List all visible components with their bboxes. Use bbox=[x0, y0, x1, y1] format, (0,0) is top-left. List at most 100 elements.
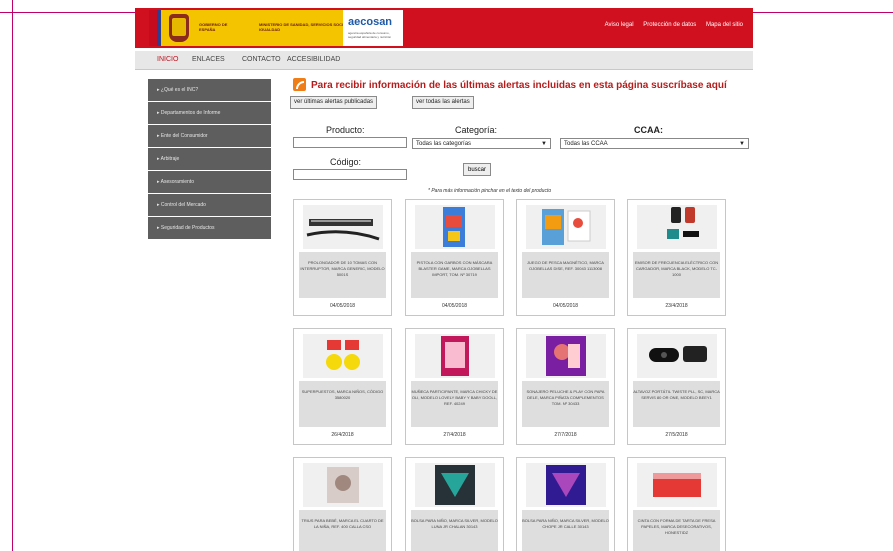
product-card[interactable]: BOLSA PARA NIÑO, MARCA SILVER, MODELO CH… bbox=[516, 457, 615, 551]
aecosan-brand: aecosan bbox=[348, 16, 393, 28]
product-description[interactable]: SONAJERO PELUCHE & PLAY CON PAPA DELE, M… bbox=[522, 381, 609, 427]
flag-red-stripe bbox=[149, 10, 157, 46]
power-strip-icon bbox=[306, 219, 380, 241]
category-select[interactable]: Todas las categorías ▼ bbox=[412, 138, 551, 149]
sidebar-item-label: Ente del Consumidor bbox=[160, 133, 208, 139]
page-frame-left bbox=[12, 0, 13, 551]
product-card[interactable]: PISTOLA CON GARBOS CON MÁSCARA BLASTER G… bbox=[405, 199, 504, 316]
aecosan-logo[interactable]: aecosan agencia española de consumo, seg… bbox=[343, 10, 403, 46]
sidebar-item-que-es-inc[interactable]: ▸ ¿Qué es el INC? bbox=[148, 79, 271, 101]
government-logo[interactable]: GOBIERNO DE ESPAÑA MINISTERIO DE SANIDAD… bbox=[149, 10, 369, 46]
ccaa-select-value: Todas las CCAA bbox=[564, 141, 608, 147]
product-card[interactable]: JUEGO DE PESCA MAGNÉTICO, MARCA OJOBELLA… bbox=[516, 199, 615, 316]
rss-icon[interactable] bbox=[293, 78, 306, 91]
sidebar-item-asesoramiento[interactable]: ▸ Asesoramiento bbox=[148, 171, 271, 193]
sidebar-item-seguridad-productos[interactable]: ▸ Seguridad de Productos bbox=[148, 217, 271, 239]
gov-text-1: GOBIERNO DE ESPAÑA bbox=[199, 22, 228, 32]
product-image[interactable] bbox=[415, 205, 495, 249]
product-image[interactable] bbox=[526, 334, 606, 378]
sidebar-item-ente-consumidor[interactable]: ▸ Ente del Consumidor bbox=[148, 125, 271, 147]
coat-of-arms-shield-icon bbox=[172, 18, 186, 36]
product-date: 23/4/2018 bbox=[665, 303, 688, 309]
bag-icon bbox=[435, 465, 475, 505]
product-label: Producto: bbox=[326, 125, 365, 135]
cake-box-icon bbox=[653, 473, 701, 497]
nav-enlaces[interactable]: ENLACES bbox=[192, 56, 225, 63]
product-date: 27/5/2018 bbox=[665, 432, 688, 438]
sidebar-item-label: Asesoramiento bbox=[160, 179, 194, 185]
main-navbar: INICIO ENLACES CONTACTO ACCESIBILIDAD bbox=[135, 51, 753, 70]
product-card[interactable]: PROLONGADOR DE 10 TOMAS CON INTERRUPTOR,… bbox=[293, 199, 392, 316]
product-description[interactable]: ALTAVOZ PORTÁTIL TWISTE PLL, SC, MARCA S… bbox=[633, 381, 720, 427]
product-image[interactable] bbox=[637, 334, 717, 378]
code-input[interactable] bbox=[293, 169, 407, 180]
product-image[interactable] bbox=[637, 463, 717, 507]
product-description[interactable]: TRIUS PARA BEBÉ, MARCA EL CUARTO DE LA N… bbox=[299, 510, 386, 551]
link-aviso-legal[interactable]: Aviso legal bbox=[605, 22, 634, 28]
sidebar-item-arbitraje[interactable]: ▸ Arbitraje bbox=[148, 148, 271, 170]
product-description[interactable]: EMISOR DE FRECUENCIA ELÉCTRICO CON CARGA… bbox=[633, 252, 720, 298]
nav-inicio[interactable]: INICIO bbox=[157, 56, 178, 63]
link-proteccion-datos[interactable]: Protección de datos bbox=[643, 22, 696, 28]
product-date: 27/7/2018 bbox=[554, 432, 577, 438]
product-description[interactable]: SUPERPUESTOS, MARCA NIÑOS, CÓDIGO 358002… bbox=[299, 381, 386, 427]
product-card[interactable]: BOLSA PARA NIÑO, MARCA SILVER, MODELO LU… bbox=[405, 457, 504, 551]
flag-blue-stripe bbox=[157, 10, 161, 46]
doll-box-icon bbox=[441, 336, 469, 376]
product-image[interactable] bbox=[637, 205, 717, 249]
sidebar-item-label: ¿Qué es el INC? bbox=[160, 87, 199, 93]
fishing-game-icon bbox=[542, 209, 591, 245]
top-links: Aviso legal Protección de datos Mapa del… bbox=[597, 22, 743, 28]
product-image[interactable] bbox=[415, 463, 495, 507]
nav-accesibilidad[interactable]: ACCESIBILIDAD bbox=[287, 56, 340, 63]
product-card[interactable]: SONAJERO PELUCHE & PLAY CON PAPA DELE, M… bbox=[516, 328, 615, 445]
plush-toy-icon bbox=[546, 336, 586, 376]
product-image[interactable] bbox=[526, 205, 606, 249]
product-card[interactable]: SUPERPUESTOS, MARCA NIÑOS, CÓDIGO 358002… bbox=[293, 328, 392, 445]
product-card[interactable]: ALTAVOZ PORTÁTIL TWISTE PLL, SC, MARCA S… bbox=[627, 328, 726, 445]
product-date: 04/05/2018 bbox=[552, 303, 579, 309]
chevron-down-icon: ▼ bbox=[739, 141, 745, 147]
product-description[interactable]: CINTA CON FORMA DE TARTA DE FRESA PAPELE… bbox=[633, 510, 720, 551]
sidebar-item-control-mercado[interactable]: ▸ Control del Mercado bbox=[148, 194, 271, 216]
sidebar-item-label: Departamentos de Informe bbox=[160, 110, 221, 116]
search-button[interactable]: buscar bbox=[463, 163, 491, 176]
nav-contacto[interactable]: CONTACTO bbox=[242, 56, 281, 63]
charger-icon bbox=[667, 207, 699, 239]
sidebar-item-label: Arbitraje bbox=[160, 156, 180, 162]
speaker-icon bbox=[649, 346, 707, 362]
product-input[interactable] bbox=[293, 137, 407, 148]
last-alerts-button[interactable]: ver últimas alertas publicadas bbox=[290, 96, 378, 109]
product-card[interactable]: MUÑECA PARTICIPANTE, MARCA CHICKY DE OLI… bbox=[405, 328, 504, 445]
product-description[interactable]: BOLSA PARA NIÑO, MARCA SILVER, MODELO LU… bbox=[411, 510, 498, 551]
code-label: Código: bbox=[330, 157, 362, 167]
product-description[interactable]: BOLSA PARA NIÑO, MARCA SILVER, MODELO CH… bbox=[522, 510, 609, 551]
product-grid: PROLONGADOR DE 10 TOMAS CON INTERRUPTOR,… bbox=[293, 199, 736, 551]
chevron-down-icon: ▼ bbox=[541, 141, 547, 147]
category-select-value: Todas las categorías bbox=[416, 141, 472, 147]
product-image[interactable] bbox=[526, 463, 606, 507]
alert-subscribe-link[interactable]: Para recibir información de las últimas … bbox=[311, 80, 727, 91]
product-card[interactable]: TRIUS PARA BEBÉ, MARCA EL CUARTO DE LA N… bbox=[293, 457, 392, 551]
product-card[interactable]: EMISOR DE FRECUENCIA ELÉCTRICO CON CARGA… bbox=[627, 199, 726, 316]
product-description[interactable]: PROLONGADOR DE 10 TOMAS CON INTERRUPTOR,… bbox=[299, 252, 386, 298]
product-description[interactable]: MUÑECA PARTICIPANTE, MARCA CHICKY DE OLI… bbox=[411, 381, 498, 427]
sidebar: ▸ ¿Qué es el INC? ▸ Departamentos de Inf… bbox=[148, 79, 271, 240]
sidebar-item-departamentos[interactable]: ▸ Departamentos de Informe bbox=[148, 102, 271, 124]
product-image[interactable] bbox=[303, 463, 383, 507]
product-date: 26/4/2018 bbox=[331, 432, 354, 438]
all-alerts-button[interactable]: ver todas las alertas bbox=[412, 96, 474, 109]
info-note: * Para más información pinchar en el tex… bbox=[428, 188, 552, 194]
product-image[interactable] bbox=[303, 205, 383, 249]
link-mapa-sitio[interactable]: Mapa del sitio bbox=[706, 22, 743, 28]
product-description[interactable]: PISTOLA CON GARBOS CON MÁSCARA BLASTER G… bbox=[411, 252, 498, 298]
product-image[interactable] bbox=[415, 334, 495, 378]
yellow-red-toy-icon bbox=[326, 340, 360, 370]
product-image[interactable] bbox=[303, 334, 383, 378]
product-description[interactable]: JUEGO DE PESCA MAGNÉTICO, MARCA OJOBELLA… bbox=[522, 252, 609, 298]
product-card[interactable]: CINTA CON FORMA DE TARTA DE FRESA PAPELE… bbox=[627, 457, 726, 551]
ccaa-select[interactable]: Todas las CCAA ▼ bbox=[560, 138, 749, 149]
product-date: 04/05/2018 bbox=[329, 303, 356, 309]
bag-purple-icon bbox=[546, 465, 586, 505]
ccaa-label: CCAA: bbox=[634, 125, 663, 135]
